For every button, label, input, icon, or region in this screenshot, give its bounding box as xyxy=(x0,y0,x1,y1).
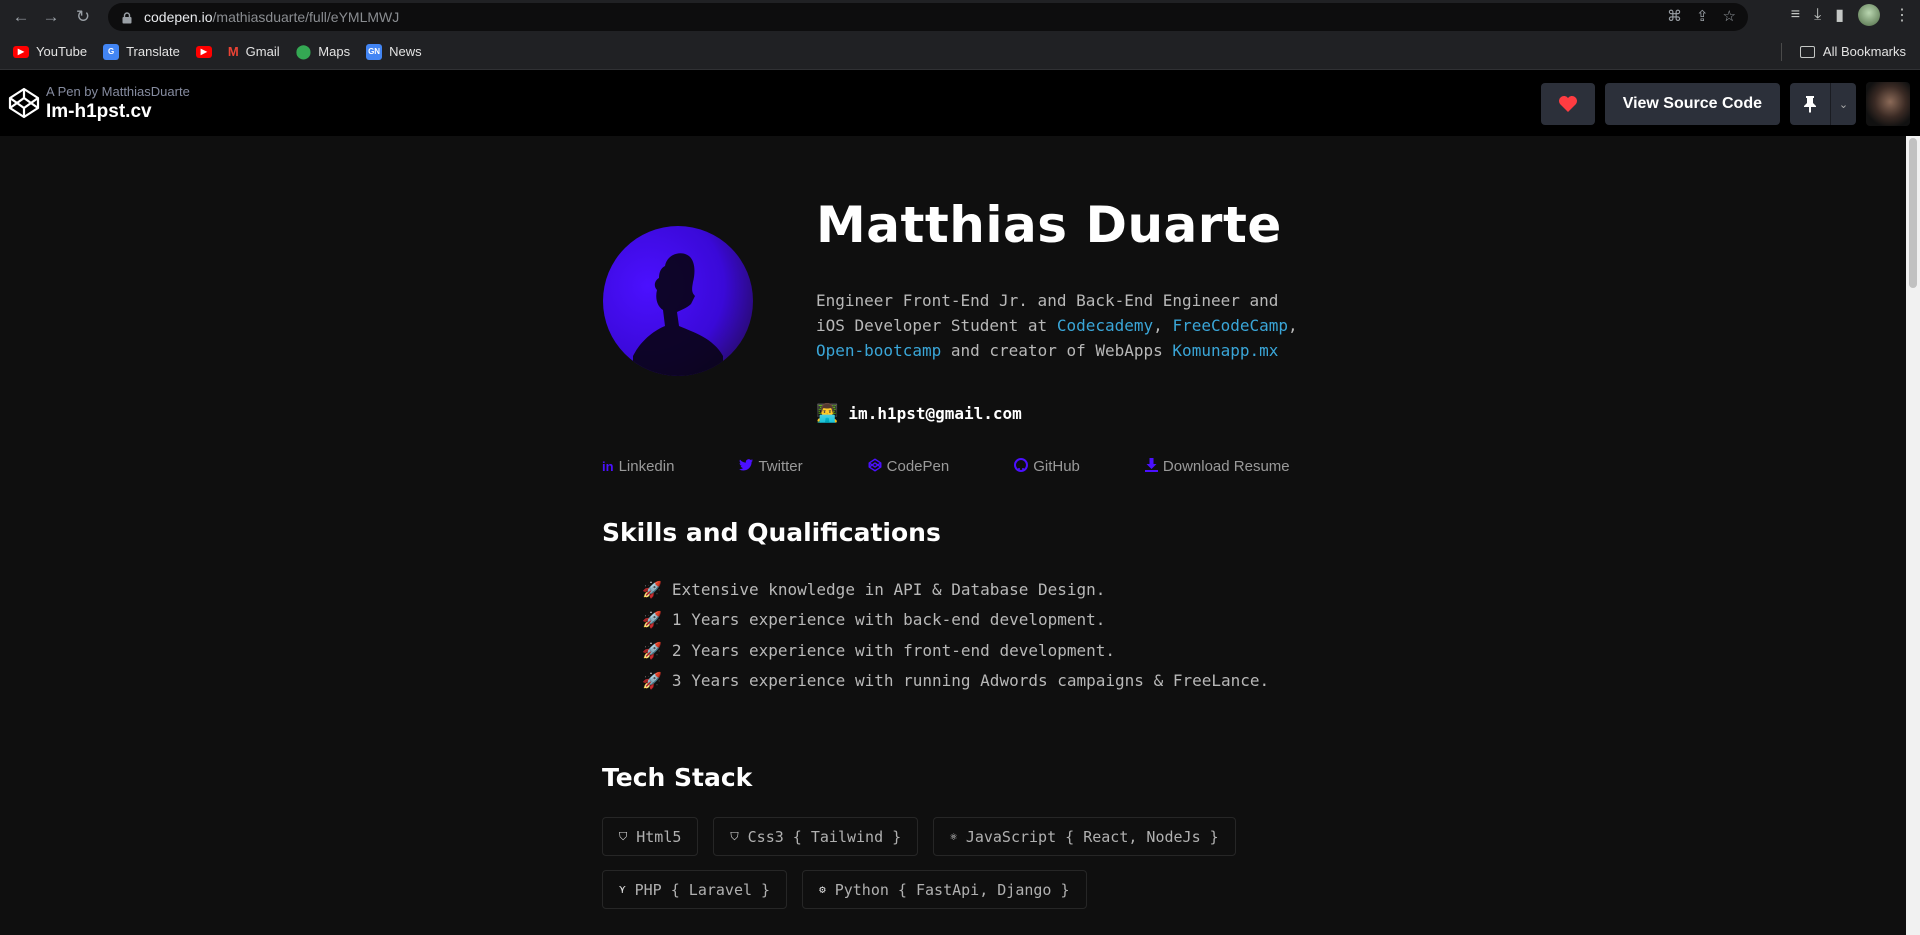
css3-icon: ⛉ xyxy=(730,829,739,843)
twitter-icon xyxy=(739,459,754,474)
address-bar[interactable]: codepen.io/mathiasduarte/full/eYMLMWJ ⌘ … xyxy=(108,3,1748,31)
download-icon xyxy=(1144,458,1158,475)
url-text: codepen.io/mathiasduarte/full/eYMLMWJ xyxy=(144,9,400,25)
profile-photo xyxy=(603,226,753,376)
chevron-down-icon[interactable]: ⌄ xyxy=(1830,83,1856,125)
list-item: 🚀 2 Years experience with front-end devel… xyxy=(642,640,1116,660)
forward-icon[interactable]: → xyxy=(38,4,64,30)
maps-pin-icon: ⬤ xyxy=(295,43,312,59)
list-item: 🚀 1 Years experience with back-end develo… xyxy=(642,610,1106,630)
codecademy-link[interactable]: Codecademy xyxy=(1057,316,1153,335)
translate-page-icon[interactable]: ⌘ xyxy=(1667,7,1682,25)
github-icon xyxy=(1014,458,1029,475)
pin-icon xyxy=(1804,96,1816,113)
python-icon: ⚙ xyxy=(819,883,826,896)
list-item: 🚀 3 Years experience with running Adwords… xyxy=(642,671,1270,691)
tech-stack-tags: ⛉ Html5 ⛉ Css3 { Tailwind } ⚛ JavaScript { … xyxy=(602,817,1362,909)
tech-stack-title: Tech Stack xyxy=(602,763,753,792)
gmail-icon: M xyxy=(227,44,239,59)
codepen-logo-icon[interactable] xyxy=(7,86,41,120)
menu-icon[interactable]: ⋮ xyxy=(1894,5,1910,25)
reload-icon[interactable]: ↻ xyxy=(70,4,96,30)
tag-css3: ⛉ Css3 { Tailwind } xyxy=(713,817,919,856)
all-bookmarks[interactable]: All Bookmarks xyxy=(1780,42,1906,61)
scrollbar[interactable] xyxy=(1906,136,1920,935)
heart-icon xyxy=(1558,96,1577,112)
side-panel-icon[interactable]: ▮ xyxy=(1835,5,1844,25)
linkedin-link[interactable]: in Linkedin xyxy=(602,458,674,475)
email-address[interactable]: im.h1pst@gmail.com xyxy=(848,404,1021,423)
twitter-link[interactable]: Twitter xyxy=(739,458,803,475)
open-bootcamp-link[interactable]: Open-bootcamp xyxy=(816,341,941,360)
email-row: 👨‍💻 im.h1pst@gmail.com xyxy=(816,403,1022,424)
downloads-icon[interactable]: ⤓ xyxy=(1814,6,1821,24)
tag-php: ⋎ PHP { Laravel } xyxy=(602,870,788,909)
technologist-icon: 👨‍💻 xyxy=(816,403,839,424)
skills-title: Skills and Qualifications xyxy=(602,518,941,547)
translate-icon: G xyxy=(103,43,120,60)
komunapp-link[interactable]: Komunapp.mx xyxy=(1172,341,1278,360)
like-button[interactable] xyxy=(1540,83,1595,125)
view-source-button[interactable]: View Source Code xyxy=(1604,83,1780,125)
codepen-link[interactable]: CodePen xyxy=(868,458,949,475)
pen-preview xyxy=(0,136,1906,935)
laravel-icon: ⋎ xyxy=(619,883,626,896)
pin-button[interactable] xyxy=(1790,83,1830,125)
skills-list: 🚀 Extensive knowledge in API & Database D… xyxy=(642,574,1269,696)
codepen-icon xyxy=(868,458,882,475)
browser-toolbar: ← → ↻ codepen.io/mathiasduarte/full/eYML… xyxy=(0,0,1920,34)
html5-icon: ⛉ xyxy=(619,829,628,843)
pen-title: Im-h1pst.cv xyxy=(46,100,152,122)
bookmark-youtube[interactable]: ▶ YouTube xyxy=(13,44,87,59)
user-avatar[interactable] xyxy=(1866,82,1910,126)
freecodecamp-link[interactable]: FreeCodeCamp xyxy=(1172,316,1288,335)
rocket-icon: 🚀 xyxy=(642,671,662,691)
rocket-icon: 🚀 xyxy=(642,610,662,630)
divider xyxy=(1780,42,1782,61)
bookmark-translate[interactable]: G Translate xyxy=(103,43,180,60)
bookmark-news[interactable]: GN News xyxy=(366,43,422,60)
react-icon: ⚛ xyxy=(950,830,957,843)
social-links: in Linkedin Twitter CodePen GitHub Downl… xyxy=(602,458,1355,475)
list-item: 🚀 Extensive knowledge in API & Database D… xyxy=(642,579,1106,599)
bookmark-gmail[interactable]: M Gmail xyxy=(228,44,280,59)
codepen-header: A Pen by MatthiasDuarte Im-h1pst.cv View… xyxy=(0,70,1920,136)
pen-author[interactable]: A Pen by MatthiasDuarte xyxy=(46,84,190,99)
bookmark-maps[interactable]: ⬤ Maps xyxy=(296,43,350,60)
download-resume-link[interactable]: Download Resume xyxy=(1144,458,1290,475)
media-icon[interactable]: ≡ xyxy=(1791,6,1800,24)
back-icon[interactable]: ← xyxy=(8,4,34,30)
youtube-icon: ▶ xyxy=(195,45,212,58)
bookmark-youtube-2[interactable]: ▶ xyxy=(195,45,212,58)
tag-javascript: ⚛ JavaScript { React, NodeJs } xyxy=(933,817,1236,856)
tag-html5: ⛉ Html5 xyxy=(602,817,699,856)
profile-avatar[interactable] xyxy=(1858,4,1880,26)
bookmarks-bar: ▶ YouTube G Translate ▶ M Gmail ⬤ Maps G… xyxy=(0,34,1920,70)
share-icon[interactable]: ⇪ xyxy=(1696,7,1709,25)
lock-icon xyxy=(122,11,132,24)
linkedin-icon: in xyxy=(602,459,614,474)
bookmark-star-icon[interactable]: ☆ xyxy=(1723,7,1736,25)
tag-python: ⚙ Python { FastApi, Django } xyxy=(802,870,1087,909)
profile-bio: Engineer Front-End Jr. and Back-End Engi… xyxy=(816,291,1298,360)
rocket-icon: 🚀 xyxy=(642,640,662,660)
scrollbar-thumb[interactable] xyxy=(1909,138,1917,288)
news-icon: GN xyxy=(366,43,383,60)
rocket-icon: 🚀 xyxy=(642,579,662,599)
folder-icon xyxy=(1799,45,1815,58)
profile-name: Matthias Duarte xyxy=(816,196,1282,254)
youtube-icon: ▶ xyxy=(13,45,29,58)
github-link[interactable]: GitHub xyxy=(1014,458,1080,475)
